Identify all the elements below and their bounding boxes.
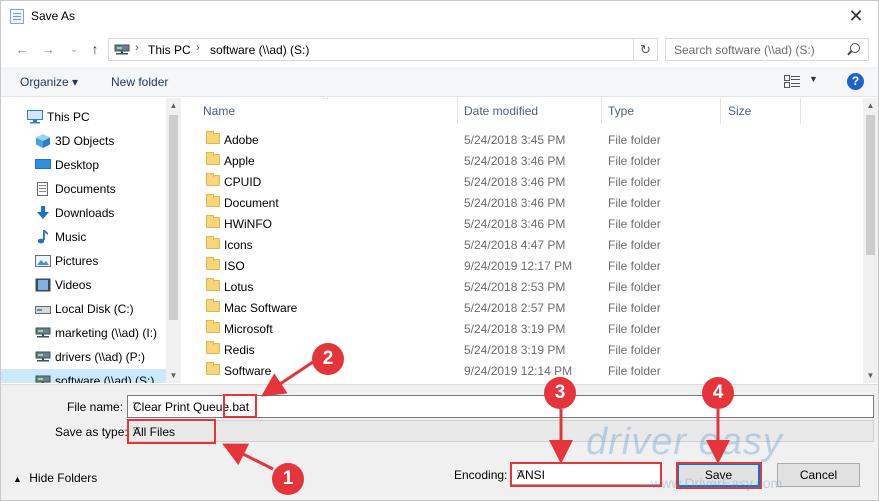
annotation-badge-3: 3 (544, 377, 576, 409)
annotation-badge-1: 1 (272, 463, 304, 495)
save-as-dialog: Save As ✕ ← → ⌄ ↑ › This PC › software (… (0, 0, 879, 501)
annotation-badge-2: 2 (312, 343, 344, 375)
annotation-badge-4: 4 (702, 377, 734, 409)
annotation-arrows (222, 360, 730, 471)
